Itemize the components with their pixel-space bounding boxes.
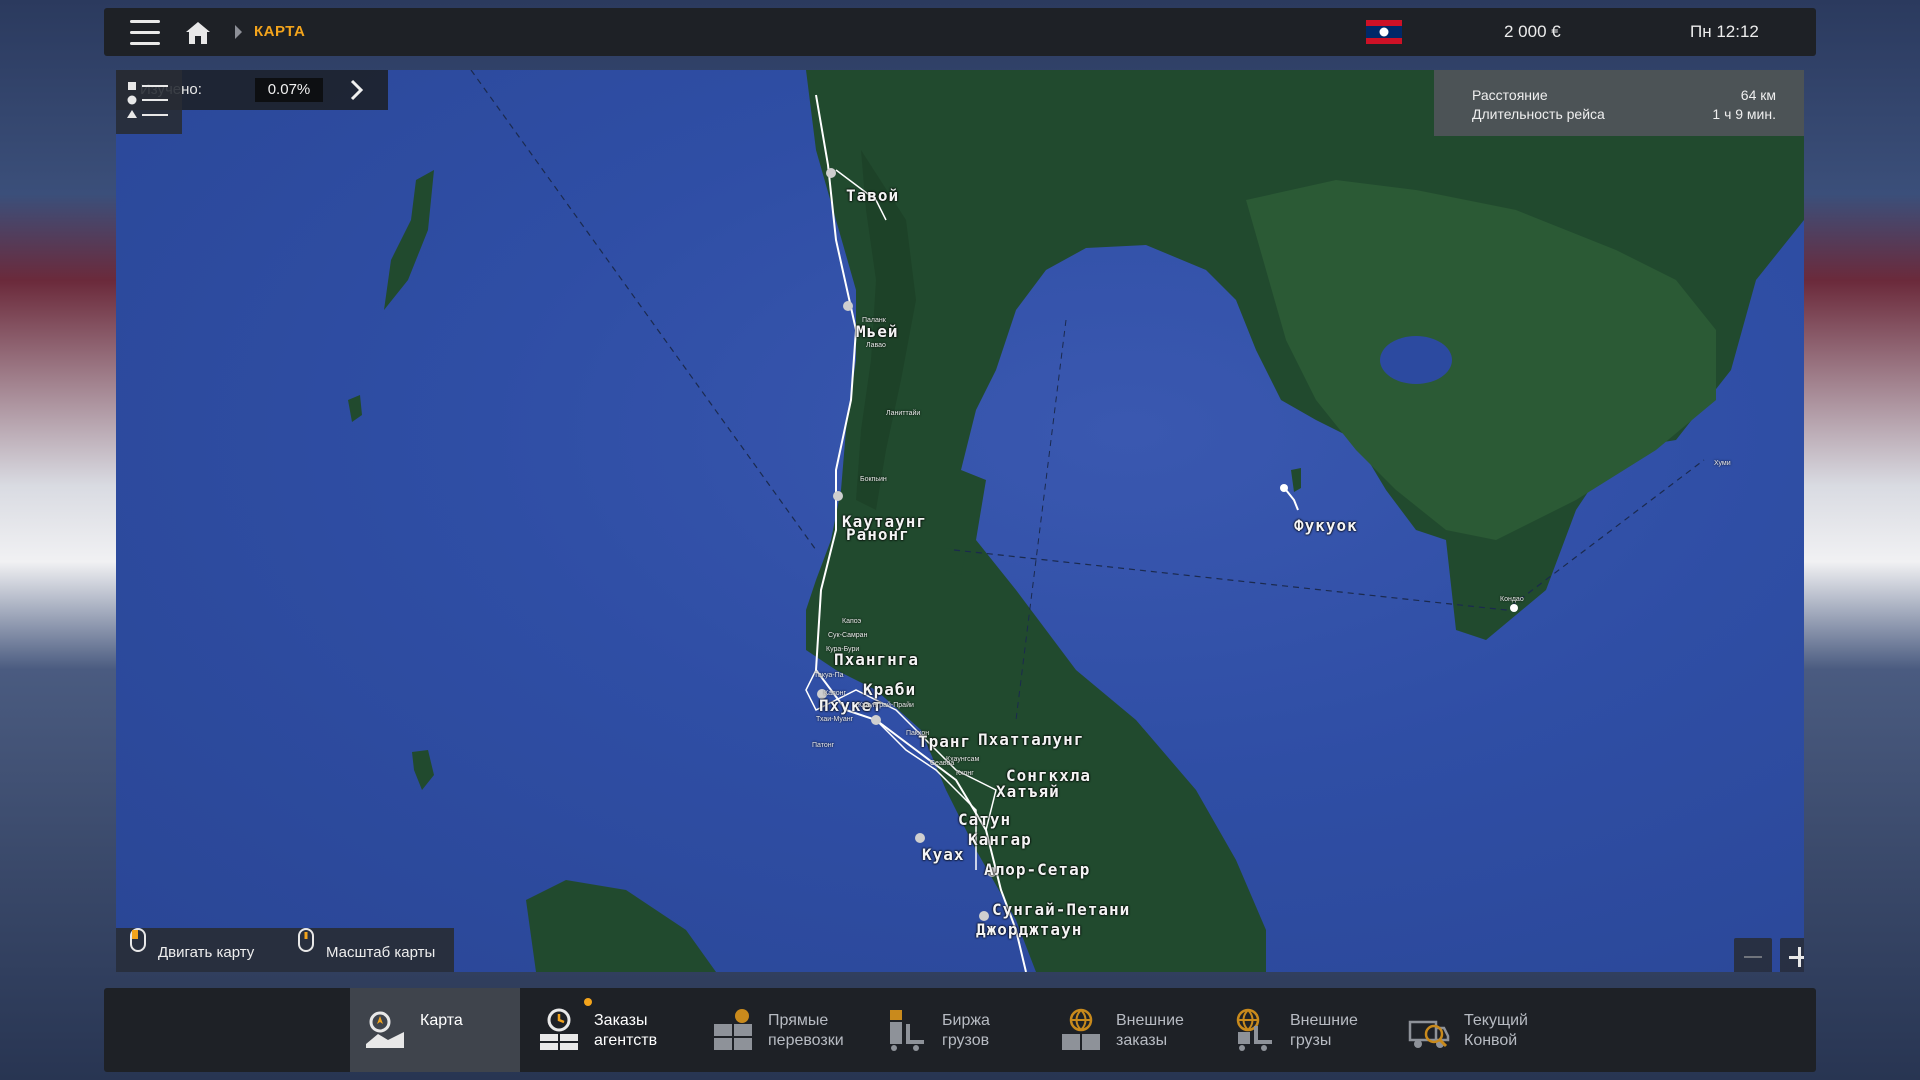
tab-external-orders[interactable]: Внешние заказы [1046, 988, 1216, 1072]
tab-label: Карта [420, 1012, 463, 1029]
tab-freight-market[interactable]: Биржа грузов [872, 988, 1042, 1072]
town-label: Ланиттайи [886, 410, 921, 417]
duration-value: 1 ч 9 мин. [1712, 106, 1776, 122]
city-label[interactable]: Куах [922, 845, 965, 864]
route-info-panel: Расстояние 64 км Длительность рейса 1 ч … [1434, 70, 1804, 136]
external-orders-icon [1062, 1008, 1100, 1050]
city-label[interactable]: Хатъяй [996, 782, 1060, 801]
home-icon[interactable] [184, 20, 212, 46]
tab-label: Внешние грузы [1290, 1012, 1358, 1049]
town-label: Пакхон [906, 730, 930, 737]
breadcrumb-chevron-icon [235, 25, 242, 39]
convoy-icon [1408, 1020, 1450, 1048]
tab-label: Прямые перевозки [768, 1012, 844, 1049]
map-icon [366, 1011, 404, 1048]
city-label[interactable]: Кангар [968, 830, 1032, 849]
freight-market-icon [890, 1010, 924, 1051]
mouse-left-icon [130, 928, 146, 952]
city-label[interactable]: Тавой [846, 186, 899, 205]
explored-value: 0.07% [255, 78, 323, 102]
city-label[interactable]: Мьей [856, 322, 899, 341]
zoom-out-button[interactable] [1734, 938, 1772, 972]
direct-cargo-icon [714, 1009, 752, 1050]
town-label: Сеавоа [930, 760, 955, 767]
chevron-right-icon[interactable] [344, 78, 368, 102]
move-map-hint: Двигать карту [158, 944, 255, 961]
city-label[interactable]: Пхатталунг [978, 730, 1084, 749]
notification-dot [584, 998, 592, 1006]
laos-flag-icon [1366, 20, 1402, 44]
tab-label: Заказы агентств [594, 1012, 658, 1049]
world-map[interactable]: Тавой Мьей Каутаунг Ранонг Пхангнга Краб… [116, 70, 1804, 972]
city-label[interactable]: Алор-Сетар [984, 860, 1090, 879]
town-label: Капоэ [842, 618, 862, 625]
map-terrain [348, 70, 1804, 972]
town-label: Паланк [862, 317, 886, 324]
money-balance: 2 000 € [1504, 22, 1561, 41]
city-label[interactable]: Фукуок [1294, 516, 1358, 535]
external-cargo-icon [1236, 1008, 1272, 1051]
town-label: Такуа-Па [814, 672, 844, 679]
town-label: Капонг [824, 690, 847, 697]
zoom-in-button[interactable] [1780, 938, 1804, 972]
agency-clock-icon [540, 1008, 578, 1050]
city-label[interactable]: Сунгай-Петани [992, 900, 1130, 919]
town-label: Кхонг [956, 770, 974, 777]
town-label: Кхаунграй-Прайи [858, 702, 914, 709]
controls-hint: Двигать карту Масштаб карты [116, 928, 454, 972]
town-label: Хуми [1714, 460, 1731, 467]
town-label: Кура-Бури [826, 646, 860, 653]
map-legend-icon[interactable] [116, 70, 182, 134]
breadcrumb: КАРТА [254, 23, 306, 40]
mouse-wheel-icon [298, 928, 314, 952]
top-bar: КАРТА 2 000 € Пн 12:12 [104, 8, 1816, 56]
tab-external-cargo[interactable]: Внешние грузы [1220, 988, 1390, 1072]
city-label[interactable]: Джорджтаун [976, 920, 1082, 939]
town-label: Патонг [812, 742, 835, 749]
tab-direct-cargo[interactable]: Прямые перевозки [698, 988, 868, 1072]
town-label: Бокпьин [860, 476, 887, 483]
duration-label: Длительность рейса [1472, 106, 1605, 122]
app-frame: КАРТА 2 000 € Пн 12:12 Тавой Мьей Каутау… [104, 8, 1816, 1072]
town-label: Тхаи-Муанг [816, 716, 854, 723]
distance-label: Расстояние [1472, 87, 1548, 103]
zoom-map-hint: Масштаб карты [326, 944, 436, 961]
city-label[interactable]: Сатун [958, 810, 1011, 829]
tab-map[interactable]: Карта [350, 988, 520, 1072]
tab-label: Внешние заказы [1116, 1012, 1184, 1049]
tab-label: Текущий Конвой [1464, 1012, 1528, 1049]
town-label: Кондао [1500, 596, 1524, 603]
town-label: Лавао [866, 342, 886, 349]
bottom-tab-bar: Карта Заказы агентств Прямые перевозки Б… [104, 988, 1816, 1072]
tab-agency-orders[interactable]: Заказы агентств [524, 988, 694, 1072]
hamburger-menu-icon[interactable] [130, 20, 160, 45]
tab-label: Биржа грузов [942, 1012, 990, 1049]
distance-value: 64 км [1740, 87, 1776, 103]
city-label[interactable]: Ранонг [846, 525, 910, 544]
tab-convoy[interactable]: Текущий Конвой [1394, 988, 1564, 1072]
town-label: Сук-Самран [828, 632, 868, 639]
game-clock: Пн 12:12 [1690, 22, 1759, 41]
